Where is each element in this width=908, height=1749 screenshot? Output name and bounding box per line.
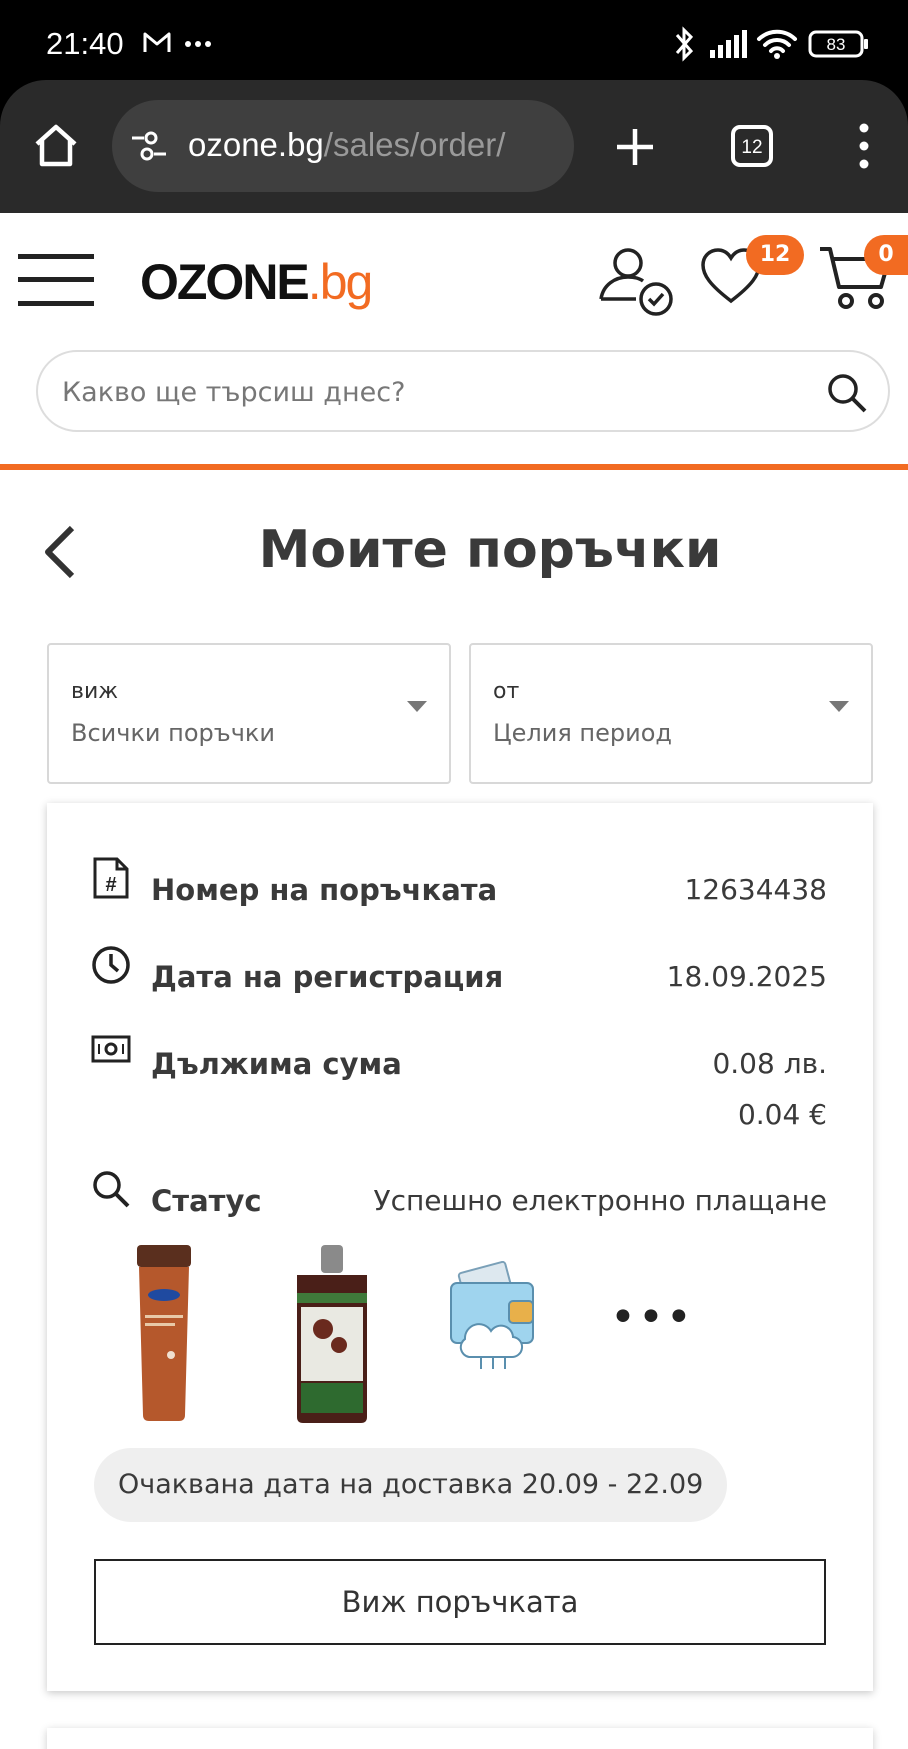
browser-toolbar: ozone.bg/sales/order/ 12	[0, 80, 908, 213]
tab-switcher-button[interactable]: 12	[730, 124, 774, 172]
account-verified-icon[interactable]	[598, 245, 676, 323]
signal-icon	[708, 30, 748, 64]
search-box	[36, 350, 890, 432]
dropdown-arrow-icon	[829, 701, 849, 712]
filter-caption: виж	[71, 679, 119, 704]
magnifier-status-icon	[91, 1169, 131, 1213]
url-host: ozone.bg	[188, 126, 324, 163]
logo-domain: .bg	[307, 254, 374, 310]
site-logo[interactable]: OZONE.bg	[140, 253, 374, 311]
expected-delivery-pill: Очаквана дата на доставка 20.09 - 22.09	[94, 1448, 728, 1522]
wishlist-count-badge: 12	[746, 235, 804, 275]
tab-count: 12	[741, 137, 762, 158]
amount-due-eur: 0.04 €	[737, 1098, 827, 1131]
search-input[interactable]	[62, 368, 802, 416]
filter-caption: от	[493, 679, 520, 704]
search-icon[interactable]	[826, 372, 868, 418]
address-bar[interactable]: ozone.bg/sales/order/	[112, 100, 574, 192]
svg-text:#: #	[105, 874, 116, 896]
registration-date-label: Дата на регистрация	[151, 960, 504, 994]
amount-due-bgn: 0.08 лв.	[712, 1047, 827, 1080]
banknote-icon	[91, 1034, 131, 1068]
order-type-filter[interactable]: виж Всички поръчки	[47, 643, 451, 784]
period-filter[interactable]: от Целия период	[469, 643, 873, 784]
page-title: Моите поръчки	[258, 520, 722, 580]
next-order-card	[47, 1728, 873, 1749]
hamburger-menu-icon[interactable]	[18, 251, 96, 313]
order-number-icon: #	[91, 857, 131, 903]
order-number-value: 12634438	[684, 873, 827, 906]
status-time: 21:40	[46, 26, 124, 61]
site-settings-icon[interactable]	[130, 130, 168, 166]
logo-main: OZONE	[140, 254, 310, 310]
registration-date-value: 18.09.2025	[666, 960, 827, 993]
battery-icon: 83	[808, 30, 870, 62]
amount-due-label: Дължима сума	[151, 1047, 402, 1081]
battery-level: 83	[827, 35, 846, 54]
product-thumbnail-digital-wallet[interactable]	[443, 1260, 543, 1375]
wifi-icon	[756, 28, 798, 64]
bluetooth-icon	[672, 26, 696, 66]
status-bar: 21:40 83	[0, 0, 908, 80]
order-number-label: Номер на поръчката	[151, 873, 498, 907]
filter-value: Всички поръчки	[71, 719, 275, 747]
url-text[interactable]: ozone.bg/sales/order/	[188, 126, 505, 164]
dropdown-arrow-icon	[407, 701, 427, 712]
cart-count-badge: 0	[864, 235, 908, 275]
home-icon[interactable]	[32, 122, 80, 172]
clock-icon	[91, 945, 131, 989]
product-thumbnail-shampoo[interactable]	[287, 1245, 377, 1429]
gmail-icon	[142, 30, 172, 58]
status-value: Успешно електронно плащане	[373, 1184, 828, 1217]
url-path: /sales/order/	[323, 126, 506, 163]
status-label: Статус	[151, 1184, 262, 1218]
site-header: OZONE.bg 12 0	[0, 213, 908, 470]
new-tab-icon[interactable]	[614, 126, 656, 172]
browser-menu-icon[interactable]	[854, 122, 874, 174]
filter-value: Целия период	[493, 719, 672, 747]
more-products-indicator[interactable]: •••	[610, 1296, 694, 1340]
order-card: # Номер на поръчката 12634438 Дата на ре…	[47, 803, 873, 1691]
more-notifications-icon	[184, 30, 214, 58]
product-thumbnail-lotion[interactable]	[131, 1245, 197, 1425]
view-order-button[interactable]: Виж поръчката	[94, 1559, 826, 1645]
